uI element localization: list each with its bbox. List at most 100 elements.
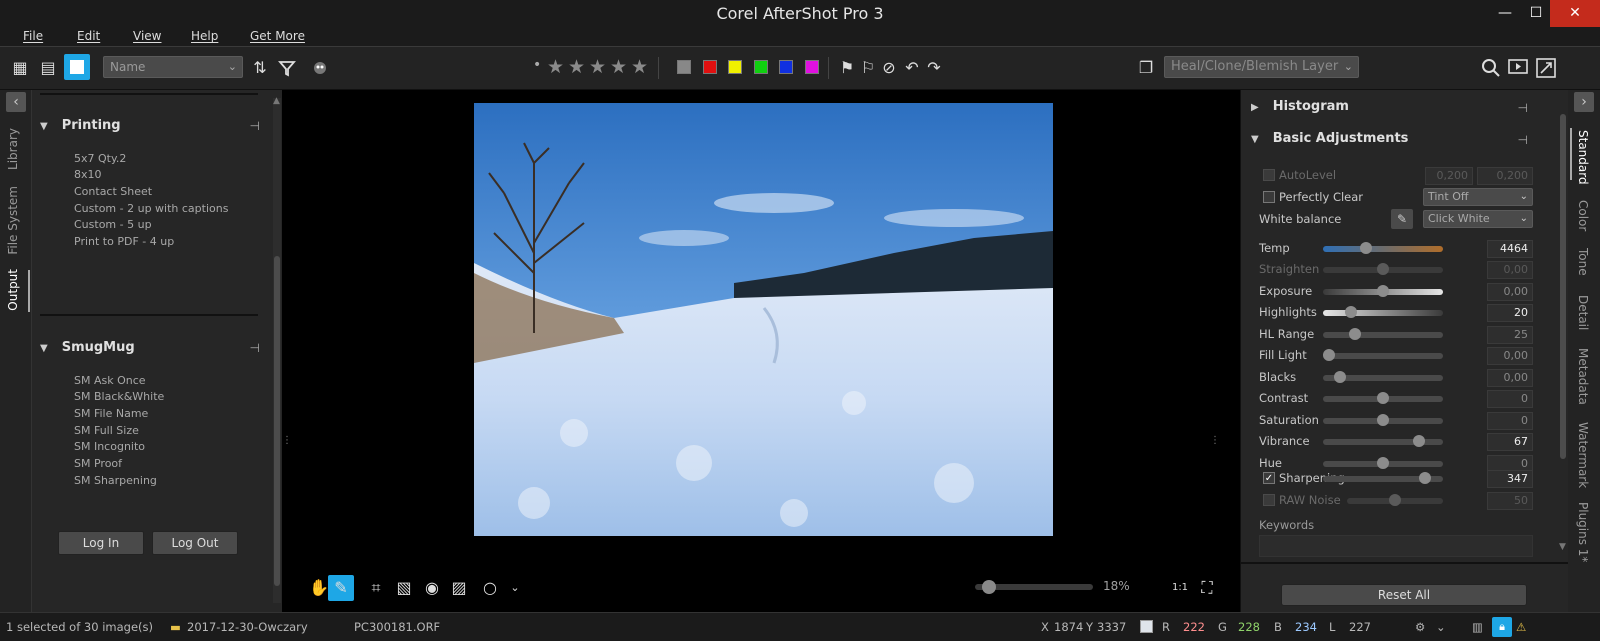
star-4-icon[interactable]: ★ <box>610 56 627 78</box>
layer-select[interactable]: Heal/Clone/Blemish Layer ⌄ <box>1164 56 1359 78</box>
list-item[interactable]: Print to PDF - 4 up <box>74 235 174 248</box>
star-2-icon[interactable]: ★ <box>568 56 585 78</box>
lock-icon[interactable]: 🔒︎ <box>1492 617 1512 637</box>
scroll-up-icon[interactable]: ▲ <box>273 96 280 106</box>
pin-icon[interactable]: ⊣ <box>1518 101 1528 115</box>
raw-noise-slider[interactable] <box>1347 494 1443 506</box>
adjustment-slider[interactable] <box>1323 242 1443 254</box>
sort-select[interactable]: Name ⌄ <box>103 56 243 78</box>
star-1-icon[interactable]: ★ <box>547 56 564 78</box>
minimize-button[interactable]: — <box>1488 0 1522 27</box>
tint-select[interactable]: Tint Off ⌄ <box>1423 188 1533 206</box>
slider-value-field[interactable]: 0,00 <box>1487 283 1533 301</box>
adjustment-slider[interactable] <box>1323 392 1443 404</box>
maximize-button[interactable]: ☐ <box>1519 0 1553 27</box>
keywords-field[interactable] <box>1259 535 1533 557</box>
adjustment-slider[interactable] <box>1323 457 1443 469</box>
slider-value-field[interactable]: 4464 <box>1487 240 1533 258</box>
list-item[interactable]: SM File Name <box>74 407 148 420</box>
tab-output[interactable]: Output <box>6 269 20 311</box>
rotate-right-icon[interactable]: ↷ <box>923 57 945 79</box>
adjustment-slider[interactable] <box>1323 371 1443 383</box>
sharpening-checkbox[interactable]: ✓ <box>1263 472 1275 484</box>
adjustment-slider[interactable] <box>1323 435 1443 447</box>
circle-tool-icon[interactable]: ○ <box>478 577 502 599</box>
menu-get-more[interactable]: Get More <box>250 29 305 43</box>
slider-handle[interactable] <box>1377 263 1389 275</box>
color-label-magenta[interactable] <box>805 60 819 74</box>
right-scrollbar[interactable]: ▼ <box>1559 114 1567 554</box>
raw-noise-checkbox[interactable] <box>1263 494 1275 506</box>
tab-library[interactable]: Library <box>6 128 20 170</box>
collapse-left-icon[interactable]: ‹ <box>6 92 26 112</box>
menu-file[interactable]: File <box>23 29 43 43</box>
slider-value-field[interactable]: 0,00 <box>1487 347 1533 365</box>
zoom-100-icon[interactable]: 1:1 <box>1168 577 1192 599</box>
list-item[interactable]: 8x10 <box>74 168 102 181</box>
sharpening-slider[interactable] <box>1323 472 1443 484</box>
sort-order-icon[interactable]: ⇅ <box>249 57 271 79</box>
star-3-icon[interactable]: ★ <box>589 56 606 78</box>
slider-value-field[interactable]: 0,00 <box>1487 261 1533 279</box>
filmstrip-view-icon[interactable]: ▤ <box>37 57 59 79</box>
list-item[interactable]: Contact Sheet <box>74 185 152 198</box>
eyedropper-icon[interactable]: ✎ <box>1391 209 1413 229</box>
folder-name[interactable]: 2017-12-30-Owczary <box>187 620 308 634</box>
slider-value-field[interactable]: 0 <box>1487 412 1533 430</box>
list-item[interactable]: SM Proof <box>74 457 122 470</box>
plugin-icon[interactable] <box>309 57 331 79</box>
tab-tone[interactable]: Tone <box>1576 248 1590 276</box>
right-resize-handle[interactable]: ⋮ <box>1210 435 1220 446</box>
scrollbar-thumb[interactable] <box>274 256 280 586</box>
chevron-down-icon[interactable]: ⌄ <box>503 577 527 599</box>
zoom-slider-handle[interactable] <box>982 580 996 594</box>
autolevel-checkbox[interactable] <box>1263 169 1275 181</box>
slider-value-field[interactable]: 0 <box>1487 390 1533 408</box>
color-label-yellow[interactable] <box>728 60 742 74</box>
tab-file-system[interactable]: File System <box>6 186 20 255</box>
menu-view[interactable]: View <box>133 29 161 43</box>
pin-icon[interactable]: ⊣ <box>250 341 260 355</box>
scrollbar-thumb[interactable] <box>1560 114 1566 459</box>
adjustment-slider[interactable] <box>1323 285 1443 297</box>
adjustment-slider[interactable] <box>1323 328 1443 340</box>
white-balance-picker-icon[interactable]: ✎ <box>328 575 354 601</box>
main-photo[interactable] <box>474 103 1053 536</box>
smugmug-section-header[interactable]: ▼ SmugMug <box>40 340 135 355</box>
list-item[interactable]: SM Sharpening <box>74 474 157 487</box>
menu-edit[interactable]: Edit <box>77 29 100 43</box>
collapse-right-icon[interactable]: › <box>1574 92 1594 112</box>
compare-icon[interactable]: ▥ <box>1472 620 1483 634</box>
grid-view-icon[interactable]: ▦ <box>9 57 31 79</box>
slider-value-field[interactable]: 20 <box>1487 304 1533 322</box>
adjustment-slider[interactable] <box>1323 263 1443 275</box>
slider-value-field[interactable]: 0,00 <box>1487 369 1533 387</box>
crop-tool-icon[interactable]: ⌗ <box>364 577 388 599</box>
rotate-left-icon[interactable]: ↶ <box>901 57 923 79</box>
left-scrollbar[interactable]: ▲ <box>273 96 281 603</box>
list-item[interactable]: Custom - 2 up with captions <box>74 202 228 215</box>
slider-handle[interactable] <box>1349 328 1362 340</box>
tab-plugins[interactable]: Plugins 1* <box>1576 502 1590 562</box>
list-item[interactable]: SM Incognito <box>74 440 145 453</box>
slider-handle[interactable] <box>1389 494 1401 506</box>
filter-icon[interactable] <box>276 57 298 79</box>
color-label-gray[interactable] <box>677 60 691 74</box>
tab-watermark[interactable]: Watermark <box>1576 422 1590 488</box>
slider-handle[interactable] <box>1360 242 1373 254</box>
slider-handle[interactable] <box>1413 435 1425 447</box>
histogram-header[interactable]: ▶ Histogram <box>1251 99 1349 114</box>
flag-reject-icon[interactable]: ⚐ <box>857 57 879 79</box>
adjustment-slider[interactable] <box>1323 349 1443 361</box>
log-out-button[interactable]: Log Out <box>152 531 238 555</box>
perfectly-clear-checkbox[interactable] <box>1263 191 1275 203</box>
slider-value-field[interactable]: 25 <box>1487 326 1533 344</box>
list-item[interactable]: SM Full Size <box>74 424 139 437</box>
no-rating-dot[interactable]: • <box>533 57 541 73</box>
fullscreen-icon[interactable] <box>1535 57 1557 79</box>
copy-settings-icon[interactable]: ❐ <box>1135 57 1157 79</box>
warning-icon[interactable]: ⚠ <box>1516 620 1526 634</box>
slider-value-field[interactable]: 67 <box>1487 433 1533 451</box>
color-label-green[interactable] <box>754 60 768 74</box>
slideshow-icon[interactable] <box>1507 57 1529 79</box>
